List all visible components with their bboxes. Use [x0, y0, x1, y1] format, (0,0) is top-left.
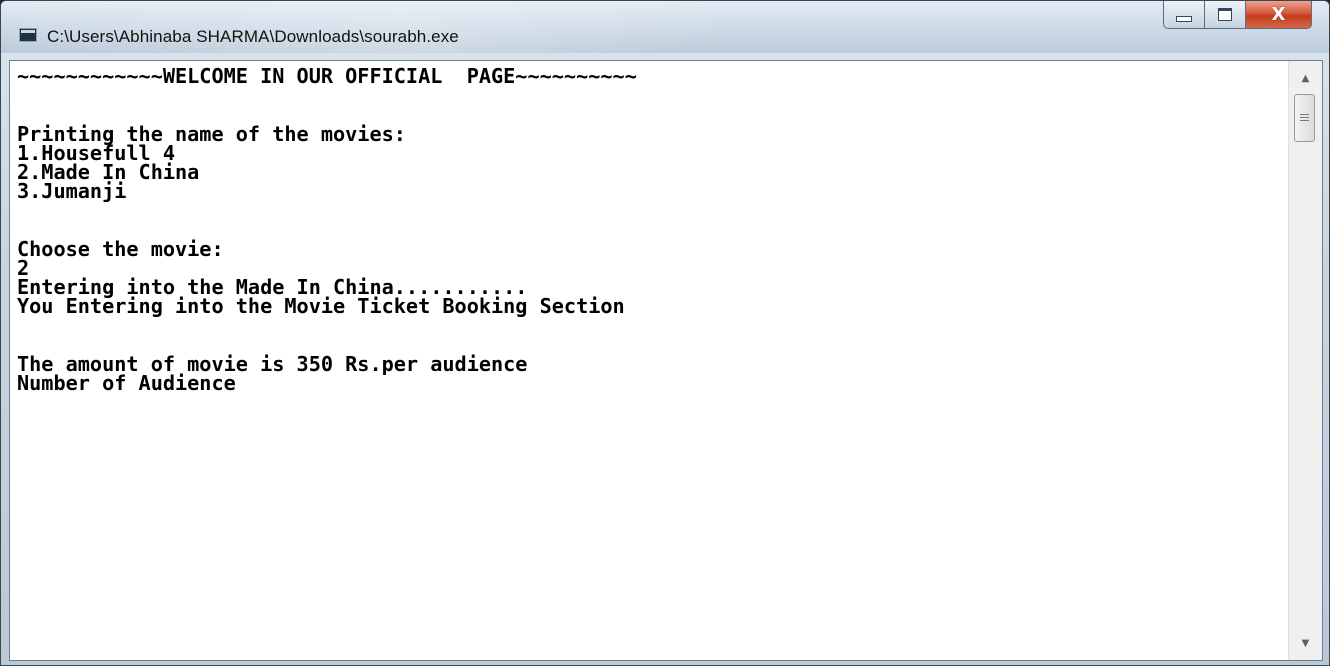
maximize-icon [1218, 8, 1232, 21]
title-bar[interactable]: C:\Users\Abhinaba SHARMA\Downloads\soura… [1, 1, 1329, 53]
scroll-down-arrow-icon: ▼ [1301, 637, 1310, 649]
close-button[interactable]: X [1246, 1, 1312, 29]
scroll-thumb[interactable] [1294, 94, 1315, 142]
close-icon: X [1271, 4, 1286, 25]
console-app-icon[interactable] [19, 28, 37, 42]
console-output-text: ~~~~~~~~~~~~WELCOME IN OUR OFFICIAL PAGE… [17, 64, 637, 396]
console-line: 3.Jumanji [17, 179, 127, 204]
console-window: C:\Users\Abhinaba SHARMA\Downloads\soura… [0, 0, 1330, 666]
minimize-button[interactable] [1163, 1, 1205, 29]
console-line: ~~~~~~~~~~~~WELCOME IN OUR OFFICIAL PAGE… [17, 64, 637, 88]
scroll-grip-icon [1300, 114, 1309, 122]
scroll-down-button[interactable]: ▼ [1289, 628, 1322, 658]
minimize-icon [1176, 15, 1192, 22]
console-output-area[interactable]: ~~~~~~~~~~~~WELCOME IN OUR OFFICIAL PAGE… [9, 60, 1323, 661]
console-line: You Entering into the Movie Ticket Booki… [17, 294, 625, 319]
vertical-scrollbar[interactable]: ▲ ▼ [1288, 61, 1322, 660]
window-title: C:\Users\Abhinaba SHARMA\Downloads\soura… [47, 27, 459, 46]
maximize-button[interactable] [1205, 1, 1246, 29]
console-line: Choose the movie: [17, 236, 224, 261]
console-line: Number of Audience [17, 371, 236, 396]
scroll-up-button[interactable]: ▲ [1289, 63, 1322, 93]
scroll-up-arrow-icon: ▲ [1301, 72, 1310, 84]
caption-buttons: X [1163, 1, 1312, 29]
